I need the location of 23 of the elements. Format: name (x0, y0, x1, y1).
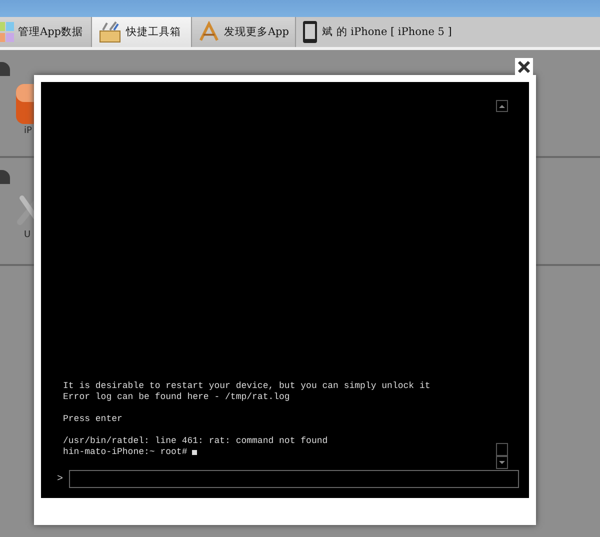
app-grid-icon (0, 21, 14, 43)
scroll-bar[interactable] (496, 443, 508, 456)
app-label: iP (24, 126, 33, 136)
up-arrow-icon (499, 104, 505, 108)
tab[interactable]: 快捷工具箱 (92, 17, 192, 47)
close-icon (517, 60, 531, 74)
terminal-line: hin-mato-iPhone:~ root# (63, 447, 188, 458)
terminal-line: It is desirable to restart your device, but you can simply unlock it (63, 381, 430, 392)
toolbox-icon (98, 21, 122, 43)
tab[interactable]: 发现更多App (192, 17, 296, 47)
app-label: U (24, 230, 32, 240)
pencil-ruler-icon (198, 21, 220, 43)
close-button[interactable] (515, 58, 533, 76)
scroll-down-button[interactable] (496, 456, 508, 469)
terminal-line: /usr/bin/ratdel: line 461: rat: command not found (63, 436, 328, 447)
down-arrow-icon (499, 460, 505, 464)
terminal-line: Press enter (63, 414, 122, 425)
prompt: > (57, 474, 64, 484)
command-input[interactable] (69, 470, 519, 488)
phone-icon (302, 20, 318, 44)
terminal-line: Error log can be found here - /tmp/rat.log (63, 392, 290, 403)
scroll-up-button[interactable] (496, 100, 508, 112)
tab[interactable]: 管理App数据 (0, 17, 92, 47)
